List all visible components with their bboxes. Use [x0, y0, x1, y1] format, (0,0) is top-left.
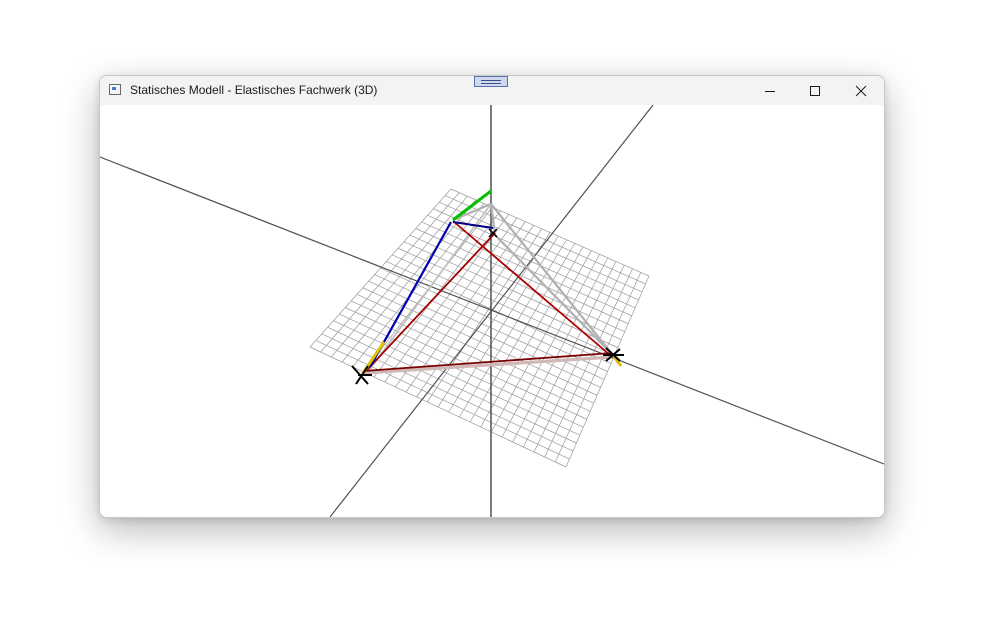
app-window-icon — [109, 84, 121, 95]
member-red-1 — [452, 220, 611, 356]
member-grey-2 — [490, 203, 613, 355]
maximize-icon — [810, 85, 820, 96]
minimize-button[interactable] — [747, 76, 793, 105]
grid-line — [501, 254, 600, 438]
snap-layout-grip-icon[interactable] — [474, 76, 508, 87]
truss-3d-scene[interactable] — [100, 105, 884, 517]
maximize-button[interactable] — [792, 76, 838, 105]
grid-line — [459, 239, 567, 418]
ground-grid — [309, 188, 650, 468]
close-button[interactable] — [838, 76, 884, 105]
coordinate-axes — [100, 105, 884, 517]
window-title: Statisches Modell - Elastisches Fachwerk… — [130, 83, 378, 97]
3d-viewport[interactable] — [100, 105, 884, 517]
minimize-icon — [765, 90, 775, 92]
close-icon — [855, 85, 867, 96]
title-bar[interactable]: Statisches Modell - Elastisches Fachwerk… — [100, 76, 884, 105]
application-window: Statisches Modell - Elastisches Fachwerk… — [99, 75, 885, 518]
